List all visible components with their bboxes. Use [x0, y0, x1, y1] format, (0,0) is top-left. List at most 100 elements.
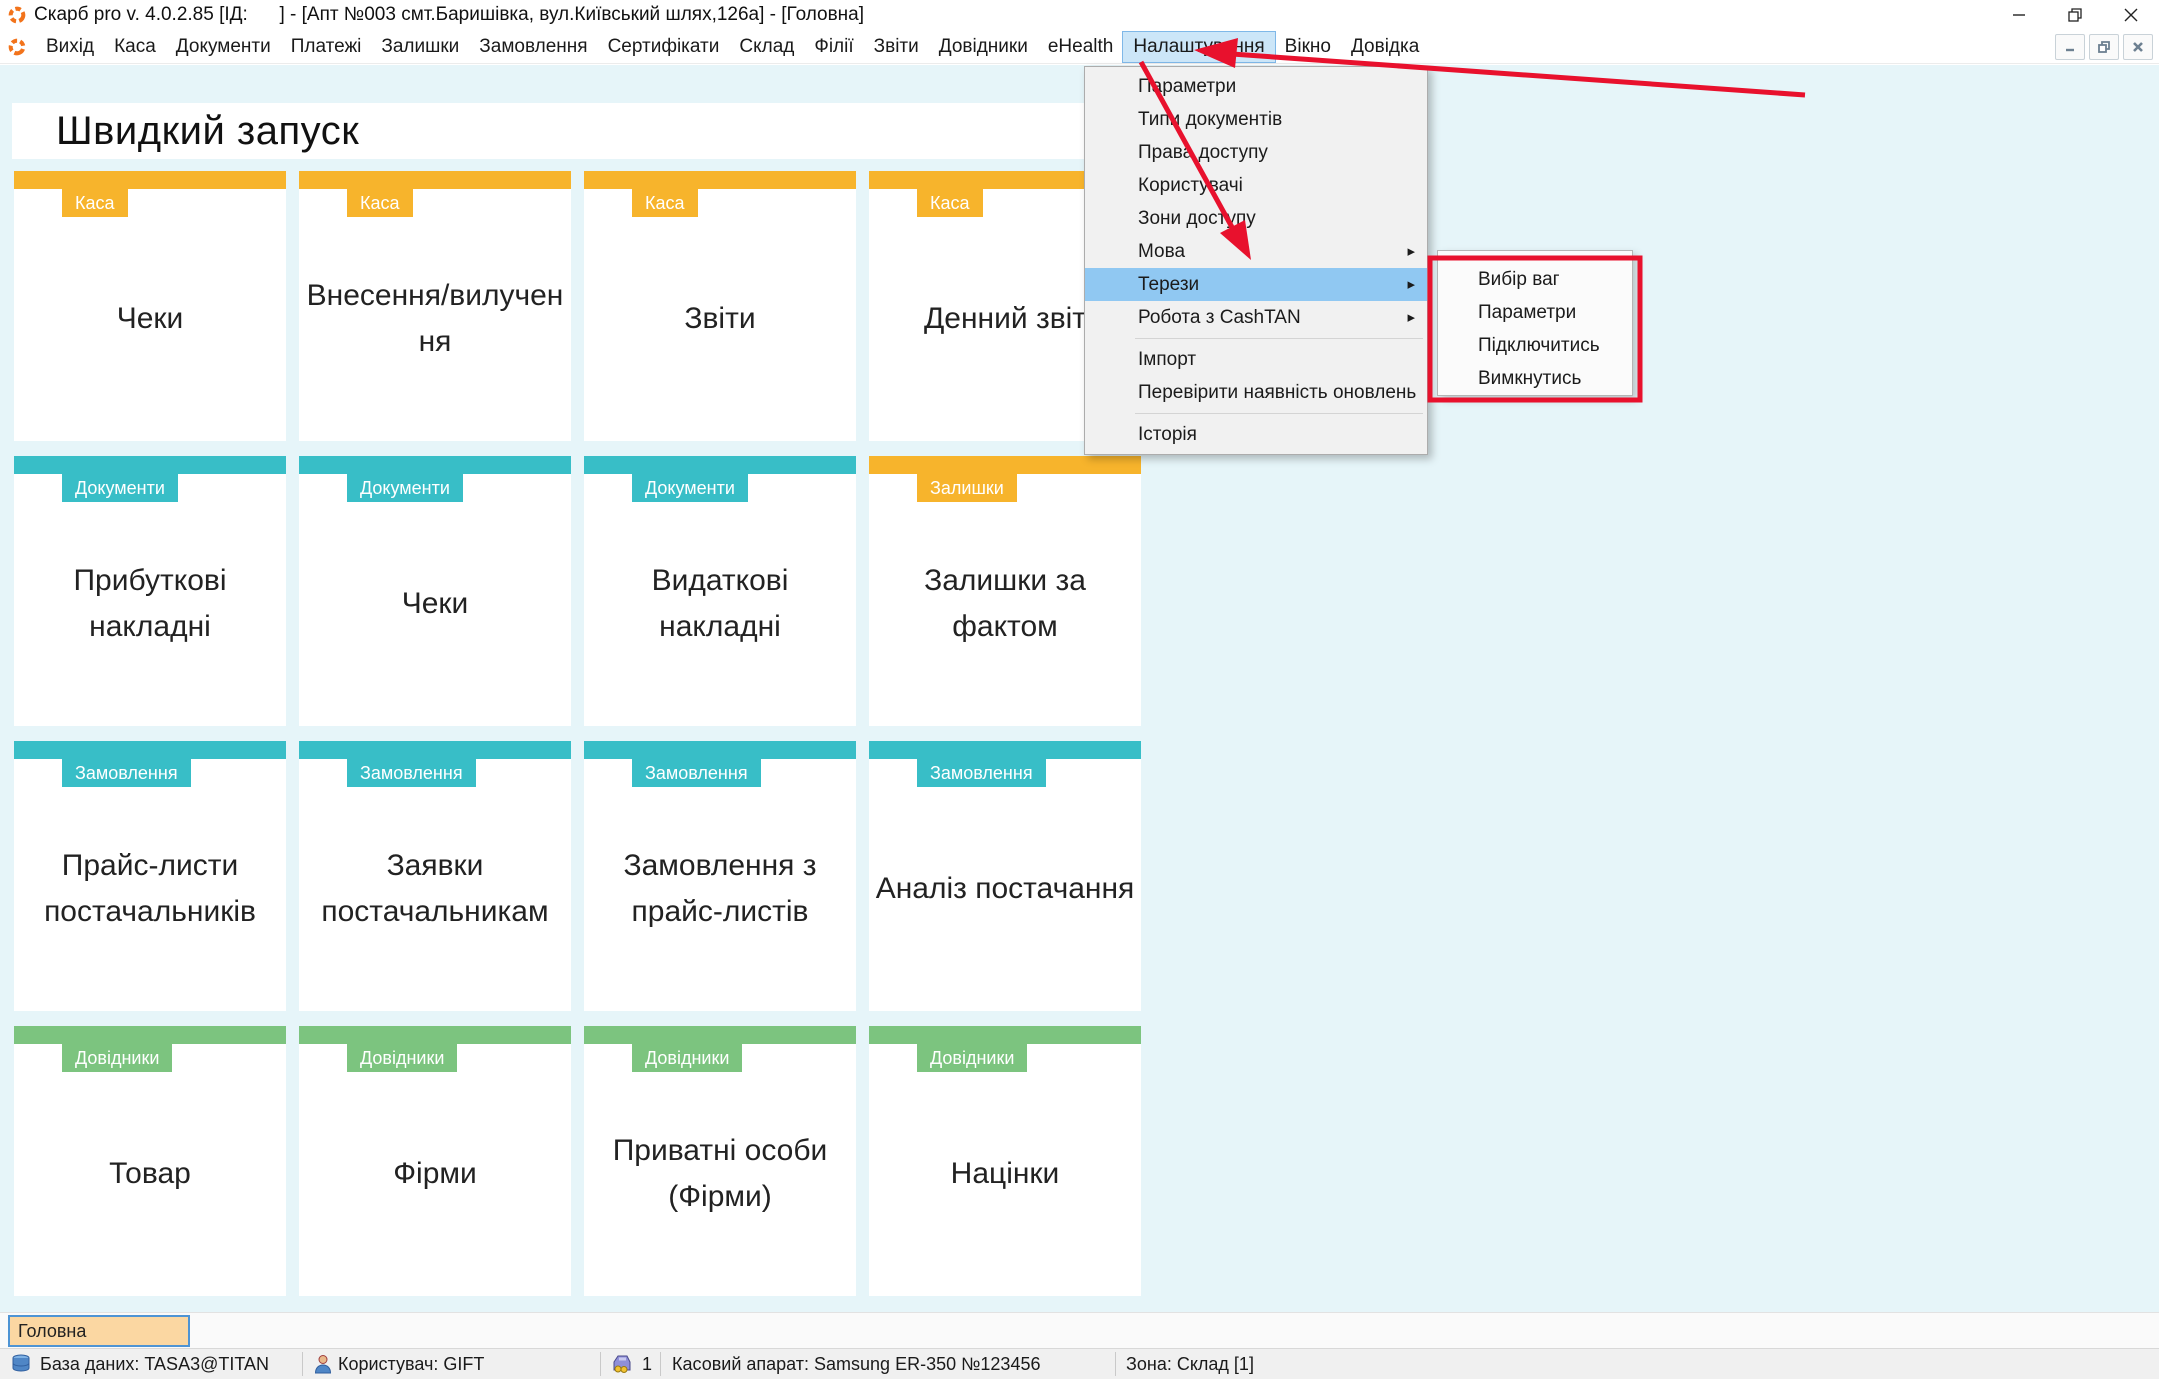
window-controls: [1991, 0, 2159, 30]
tile-color-bar: [299, 456, 571, 474]
submenu-item-parameters[interactable]: Параметри: [1438, 296, 1632, 329]
tile-supply-analysis[interactable]: Замовлення Аналіз постачання: [869, 741, 1141, 1011]
menu-item-orders[interactable]: Замовлення: [469, 32, 597, 62]
status-separator: [660, 1352, 661, 1376]
menu-item-history[interactable]: Історія: [1085, 418, 1427, 451]
tile-color-bar: [14, 741, 286, 759]
tile-income-invoices[interactable]: Документи Прибуткові накладні: [14, 456, 286, 726]
menu-item-access-rights[interactable]: Права доступу: [1085, 136, 1427, 169]
tile-category-badge: Документи: [347, 474, 463, 502]
menu-item-parameters[interactable]: Параметри: [1085, 70, 1427, 103]
tile-color-bar: [14, 1026, 286, 1044]
page-title: Швидкий запуск: [56, 109, 359, 154]
mdi-restore-button[interactable]: [2089, 34, 2119, 60]
menu-item-certificates[interactable]: Сертифікати: [598, 32, 730, 62]
tile-label: Чеки: [14, 296, 286, 343]
tile-category-badge: Замовлення: [347, 759, 476, 787]
menu-item-help[interactable]: Довідка: [1341, 32, 1429, 62]
menu-item-check-updates[interactable]: Перевірити наявність оновлень: [1085, 376, 1427, 409]
tile-category-badge: Замовлення: [917, 759, 1046, 787]
window-title: Скарб pro v. 4.0.2.85 [ІД: ] - [Апт №003…: [34, 4, 864, 26]
tile-supplier-requests[interactable]: Замовлення Заявки постачальникам: [299, 741, 571, 1011]
tile-color-bar: [869, 1026, 1141, 1044]
tile-label: Приватні особи (Фірми): [584, 1128, 856, 1221]
status-register-count: 1: [642, 1349, 652, 1379]
menu-item-users[interactable]: Користувачі: [1085, 169, 1427, 202]
menu-item-import[interactable]: Імпорт: [1085, 343, 1427, 376]
tile-category-badge: Довідники: [62, 1044, 172, 1072]
tile-color-bar: [869, 456, 1141, 474]
tile-actual-stock[interactable]: Залишки Залишки за фактом: [869, 456, 1141, 726]
tile-category-badge: Довідники: [347, 1044, 457, 1072]
tile-cash-checks[interactable]: Каса Чеки: [14, 171, 286, 441]
tile-label: Фірми: [299, 1151, 571, 1198]
mdi-minimize-button[interactable]: [2055, 34, 2085, 60]
menu-item-warehouse[interactable]: Склад: [729, 32, 804, 62]
tile-expense-invoices[interactable]: Документи Видаткові накладні: [584, 456, 856, 726]
restore-icon: [2067, 7, 2083, 23]
tile-color-bar: [584, 456, 856, 474]
tile-document-checks[interactable]: Документи Чеки: [299, 456, 571, 726]
tile-label: Звіти: [584, 296, 856, 343]
status-separator: [600, 1352, 601, 1376]
menu-item-directories[interactable]: Довідники: [929, 32, 1038, 62]
menu-item-ehealth[interactable]: eHealth: [1038, 32, 1124, 62]
user-icon: [314, 1354, 332, 1374]
menu-item-scales[interactable]: Терези: [1085, 268, 1427, 301]
menu-item-language[interactable]: Мова: [1085, 235, 1427, 268]
tab-home[interactable]: Головна: [8, 1315, 190, 1347]
menu-item-exit[interactable]: Вихід: [36, 32, 104, 62]
tile-category-badge: Каса: [917, 189, 983, 217]
tile-deposit-withdrawal[interactable]: Каса Внесення/вилучен ня: [299, 171, 571, 441]
cash-register-icon: [610, 1354, 634, 1374]
menu-item-cashtan[interactable]: Робота з CashTAN: [1085, 301, 1427, 334]
menu-item-window[interactable]: Вікно: [1275, 32, 1341, 62]
tile-cash-reports[interactable]: Каса Звіти: [584, 171, 856, 441]
submenu-item-select-scales[interactable]: Вибір ваг: [1438, 263, 1632, 296]
menu-item-settings[interactable]: Налаштування: [1123, 32, 1274, 62]
menu-item-branches[interactable]: Філії: [804, 32, 863, 62]
tile-color-bar: [869, 741, 1141, 759]
menu-item-documents[interactable]: Документи: [166, 32, 281, 62]
tile-category-badge: Каса: [347, 189, 413, 217]
close-icon: [2131, 40, 2145, 54]
tile-private-persons[interactable]: Довідники Приватні особи (Фірми): [584, 1026, 856, 1296]
menu-item-document-types[interactable]: Типи документів: [1085, 103, 1427, 136]
tile-orders-from-pricelists[interactable]: Замовлення Замовлення з прайс-листів: [584, 741, 856, 1011]
menu-separator: [1135, 338, 1423, 339]
tile-supplier-pricelists[interactable]: Замовлення Прайс-листи постачальників: [14, 741, 286, 1011]
menu-bar: Вихід Каса Документи Платежі Залишки Зам…: [0, 30, 2159, 64]
close-button[interactable]: [2103, 0, 2159, 30]
submenu-item-connect[interactable]: Підключитись: [1438, 329, 1632, 362]
tile-label: Прибуткові накладні: [14, 558, 286, 651]
submenu-item-disconnect[interactable]: Вимкнутись: [1438, 362, 1632, 395]
tile-label: Аналіз постачання: [869, 866, 1141, 913]
menu-item-access-zones[interactable]: Зони доступу: [1085, 202, 1427, 235]
tile-goods[interactable]: Довідники Товар: [14, 1026, 286, 1296]
tile-category-badge: Замовлення: [632, 759, 761, 787]
tile-label: Залишки за фактом: [869, 558, 1141, 651]
tile-color-bar: [584, 741, 856, 759]
tile-markups[interactable]: Довідники Націнки: [869, 1026, 1141, 1296]
tile-label: Товар: [14, 1151, 286, 1198]
tile-label: Чеки: [299, 581, 571, 628]
scales-submenu: Вибір ваг Параметри Підключитись Вимкнут…: [1437, 250, 1633, 396]
tab-strip: Головна: [0, 1312, 2159, 1348]
mdi-close-button[interactable]: [2123, 34, 2153, 60]
minimize-icon: [2011, 7, 2027, 23]
tile-firms[interactable]: Довідники Фірми: [299, 1026, 571, 1296]
menu-item-payments[interactable]: Платежі: [281, 32, 372, 62]
tile-label: Заявки постачальникам: [299, 843, 571, 936]
minimize-button[interactable]: [1991, 0, 2047, 30]
menu-item-stock[interactable]: Залишки: [371, 32, 469, 62]
close-icon: [2123, 7, 2139, 23]
document-logo-icon: [8, 38, 26, 56]
tile-category-badge: Документи: [62, 474, 178, 502]
restore-button[interactable]: [2047, 0, 2103, 30]
menu-item-cash[interactable]: Каса: [104, 32, 166, 62]
restore-icon: [2097, 40, 2111, 54]
menu-item-reports[interactable]: Звіти: [864, 32, 929, 62]
tile-color-bar: [14, 171, 286, 189]
title-bar: Скарб pro v. 4.0.2.85 [ІД: ] - [Апт №003…: [0, 0, 2159, 30]
quick-launch-page: Швидкий запуск Каса Чеки Каса Внесення/в…: [0, 65, 2159, 1312]
